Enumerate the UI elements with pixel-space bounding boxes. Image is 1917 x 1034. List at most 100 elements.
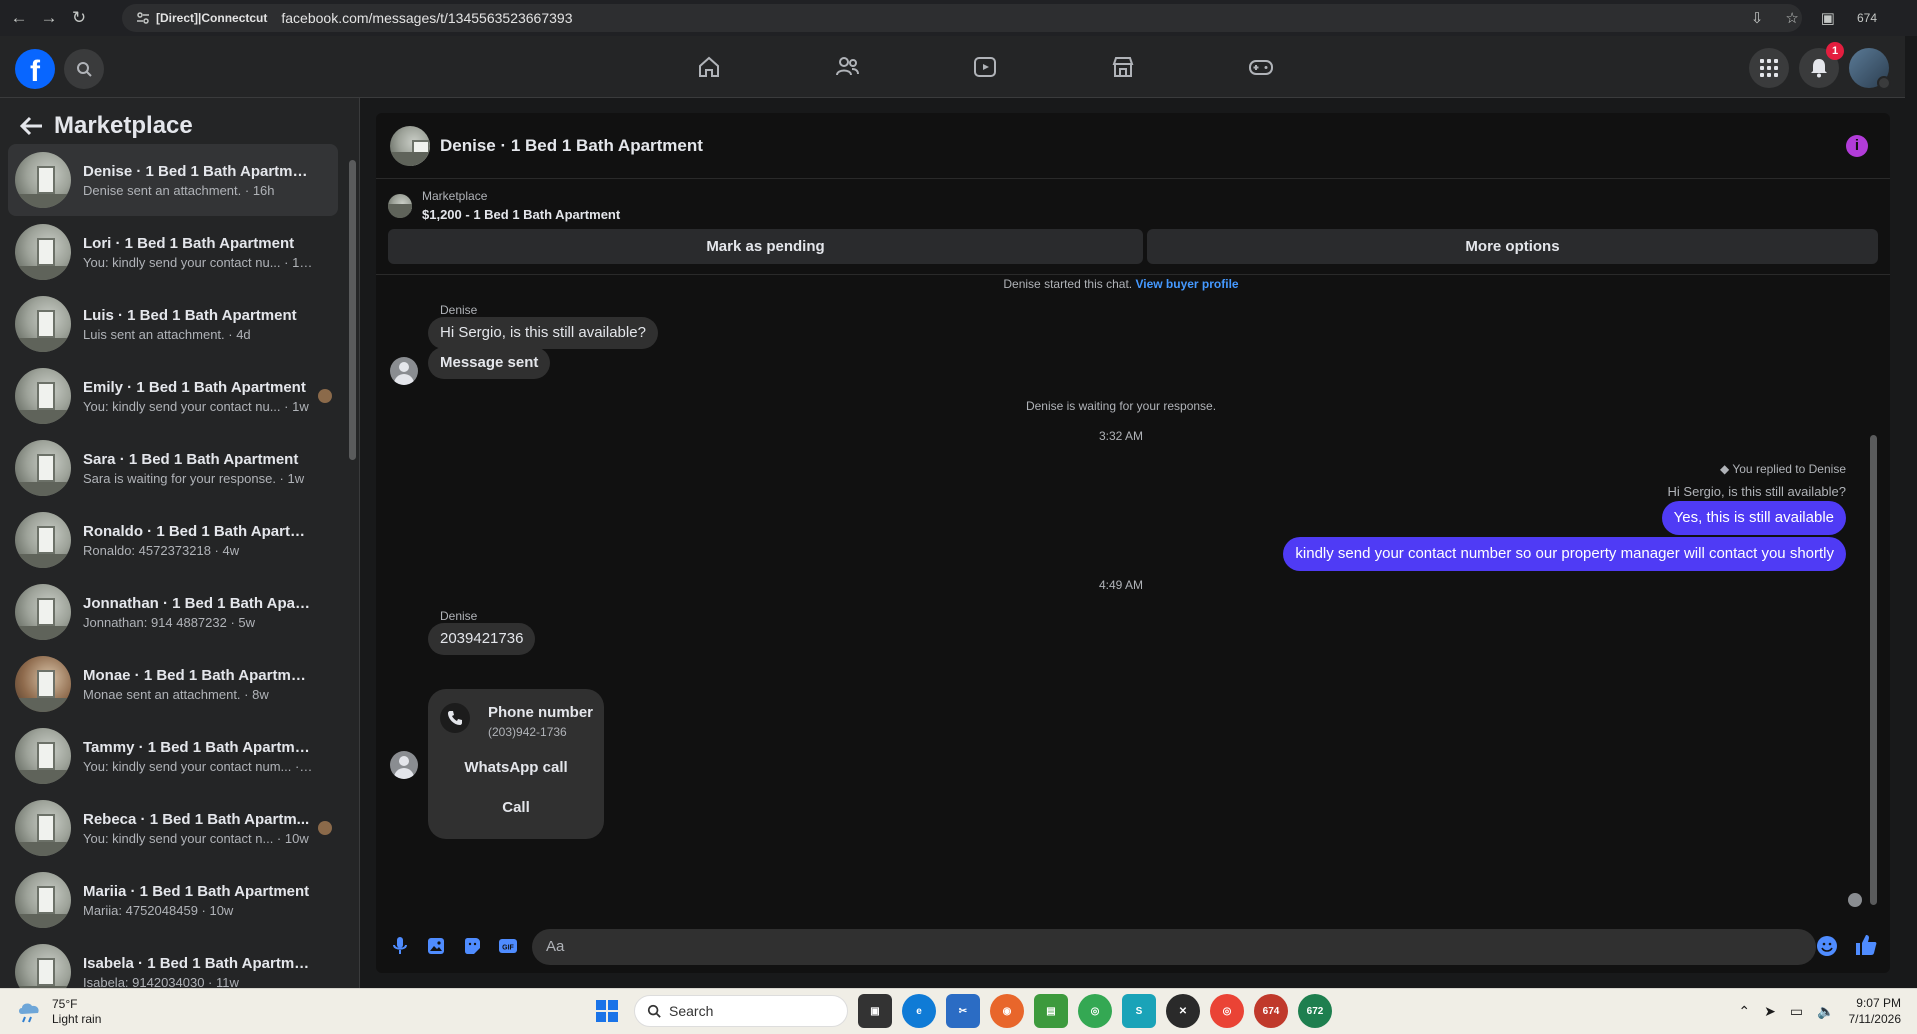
conversation-item[interactable]: Tammy · 1 Bed 1 Bath Apartment You: kindl… (8, 720, 338, 792)
conversation-thumbnail (15, 224, 71, 280)
tab-search-icon[interactable]: ▣ (1821, 9, 1835, 27)
chrome-profile-icon[interactable]: ◎ (1078, 994, 1112, 1028)
reload-icon[interactable]: ↻ (64, 0, 94, 36)
conversation-preview: You: kindly send your contact num... · 9… (83, 758, 313, 774)
conversation-name: Denise · 1 Bed 1 Bath Apartment (83, 162, 313, 180)
home-tab[interactable] (640, 36, 778, 98)
conversation-item[interactable]: Isabela · 1 Bed 1 Bath Apartment Isabela:… (8, 936, 338, 988)
task-view-icon[interactable]: ▣ (858, 994, 892, 1028)
taskbar-search[interactable]: Search (634, 995, 848, 1027)
clock[interactable]: 9:07 PM 7/11/2026 (1849, 995, 1902, 1027)
reply-note: ◆ You replied to Denise (1720, 462, 1846, 476)
conversation-preview: Sara is waiting for your response. · 1w (83, 470, 305, 486)
counter-app-icon-2[interactable]: 672 (1298, 994, 1332, 1028)
conversation-item[interactable]: Ronaldo · 1 Bed 1 Bath Apartment Ronaldo:… (8, 504, 338, 576)
back-icon[interactable]: ← (4, 0, 34, 36)
windows-icon (596, 1000, 618, 1022)
friends-tab[interactable] (778, 36, 916, 98)
site-settings-icon[interactable] (136, 11, 150, 25)
address-bar[interactable]: [Direct]|Connectcut facebook.com/message… (122, 4, 1802, 32)
photo-icon[interactable] (418, 928, 454, 964)
gif-icon[interactable]: GIF (490, 928, 526, 964)
url-text[interactable]: facebook.com/messages/t/1345563523667393 (281, 10, 572, 26)
chevron-up-icon[interactable]: ⌃ (1738, 1003, 1750, 1020)
conversation-item[interactable]: Denise · 1 Bed 1 Bath Apartment Denise se… (8, 144, 338, 216)
conversation-text: Monae · 1 Bed 1 Bath Apartment Monae sent… (83, 667, 313, 702)
search-button[interactable] (64, 49, 104, 89)
conversation-item[interactable]: Lori · 1 Bed 1 Bath Apartment You: kindly… (8, 216, 338, 288)
call-button[interactable]: Call (428, 799, 604, 816)
gaming-tab[interactable] (1192, 36, 1330, 98)
network-icon[interactable]: ▭ (1790, 1003, 1803, 1020)
incoming-message[interactable]: Message sent (428, 347, 551, 379)
conversation-item[interactable]: Luis · 1 Bed 1 Bath Apartment Luis sent a… (8, 288, 338, 360)
chrome-icon[interactable]: ◎ (1210, 994, 1244, 1028)
conversation-thumbnail (15, 728, 71, 784)
spreadsheet-app-icon[interactable]: ▤ (1034, 994, 1068, 1028)
conversation-preview: Monae sent an attachment. · 8w (83, 686, 269, 702)
marketplace-icon (1112, 57, 1134, 77)
conversation-name: Sara · 1 Bed 1 Bath Apartment (83, 450, 299, 468)
message-input[interactable]: Aa (532, 929, 1816, 965)
menu-button[interactable] (1749, 48, 1789, 88)
more-options-button[interactable]: More options (1147, 229, 1878, 264)
conversation-thumbnail (15, 800, 71, 856)
quoted-message[interactable]: Hi Sergio, is this still available? (1668, 484, 1846, 499)
sidebar-scrollbar[interactable] (348, 148, 357, 988)
incoming-message[interactable]: Hi Sergio, is this still available? (428, 317, 658, 349)
system-tray: ⌃ ➤ ▭ 🔈 9:07 PM 7/11/2026 (1738, 995, 1901, 1027)
firefox-icon[interactable]: ◉ (990, 994, 1024, 1028)
conversation-preview: Ronaldo: 4572373218 · 4w (83, 542, 240, 558)
started-text: Denise started this chat. (1003, 277, 1133, 291)
facebook-logo[interactable]: f (15, 49, 55, 89)
vpn-app-icon[interactable]: S (1122, 994, 1156, 1028)
outgoing-message[interactable]: Yes, this is still available (1661, 501, 1846, 535)
back-arrow-icon[interactable] (18, 116, 46, 136)
edge-icon[interactable]: e (902, 994, 936, 1028)
chat-title[interactable]: Denise · 1 Bed 1 Bath Apartment (440, 136, 703, 156)
send-icon[interactable]: ➤ (1764, 1003, 1776, 1020)
conversation-item[interactable]: Mariia · 1 Bed 1 Bath Apartment Mariia: 4… (8, 864, 338, 936)
sender-avatar[interactable] (390, 751, 418, 779)
info-icon[interactable]: i (1846, 135, 1868, 157)
conversation-name: Luis · 1 Bed 1 Bath Apartment (83, 306, 297, 324)
marketplace-tab[interactable] (1054, 36, 1192, 98)
bookmark-star-icon[interactable]: ☆ (1785, 9, 1798, 27)
conversation-thumbnail (15, 584, 71, 640)
xbox-app-icon[interactable]: ✕ (1166, 994, 1200, 1028)
counter-app-icon[interactable]: 674 (1254, 994, 1288, 1028)
thumbs-up-icon[interactable] (1854, 933, 1878, 957)
message-composer: GIF Aa (376, 919, 1890, 973)
weather-widget[interactable]: 75°F Light rain (16, 997, 101, 1027)
start-button[interactable] (590, 994, 624, 1028)
sticker-icon[interactable] (454, 928, 490, 964)
install-app-icon[interactable]: ⇩ (1751, 9, 1764, 27)
microphone-icon[interactable] (382, 928, 418, 964)
account-avatar[interactable] (1849, 48, 1891, 90)
whatsapp-call-button[interactable]: WhatsApp call (428, 759, 604, 776)
mark-pending-button[interactable]: Mark as pending (388, 229, 1143, 264)
conversation-item[interactable]: Monae · 1 Bed 1 Bath Apartment Monae sent… (8, 648, 338, 720)
conversation-item[interactable]: Sara · 1 Bed 1 Bath Apartment Sara is wai… (8, 432, 338, 504)
conversation-item[interactable]: Rebeca · 1 Bed 1 Bath Apartm... You: kind… (8, 792, 338, 864)
phone-number-card: Phone number (203)942-1736 WhatsApp call… (428, 689, 604, 839)
outgoing-message[interactable]: kindly send your contact number so our p… (1283, 537, 1846, 571)
sender-avatar[interactable] (390, 357, 418, 385)
volume-icon[interactable]: 🔈 (1817, 1003, 1834, 1020)
seen-indicator (1848, 893, 1862, 907)
forward-icon[interactable]: → (34, 0, 64, 36)
conversation-name: Mariia · 1 Bed 1 Bath Apartment (83, 882, 310, 900)
emoji-icon[interactable] (1816, 935, 1838, 957)
conversation-item[interactable]: Jonnathan · 1 Bed 1 Bath Apartm... Jonnat… (8, 576, 338, 648)
extension-counter[interactable]: 674 (1857, 11, 1877, 25)
chat-avatar[interactable] (390, 125, 430, 166)
notifications-button[interactable]: 1 (1799, 42, 1844, 88)
chat-scrollbar[interactable] (1869, 275, 1878, 919)
timestamp: 3:32 AM (1098, 429, 1144, 443)
incoming-message[interactable]: 2039421736 (428, 623, 536, 655)
video-tab[interactable] (916, 36, 1054, 98)
listing-banner[interactable]: Marketplace $1,200 - 1 Bed 1 Bath Apartm… (388, 189, 620, 222)
conversation-item[interactable]: Emily · 1 Bed 1 Bath Apartment You: kindl… (8, 360, 338, 432)
view-buyer-profile-link[interactable]: View buyer profile (1135, 277, 1238, 291)
snipping-tool-icon[interactable]: ✂ (946, 994, 980, 1028)
